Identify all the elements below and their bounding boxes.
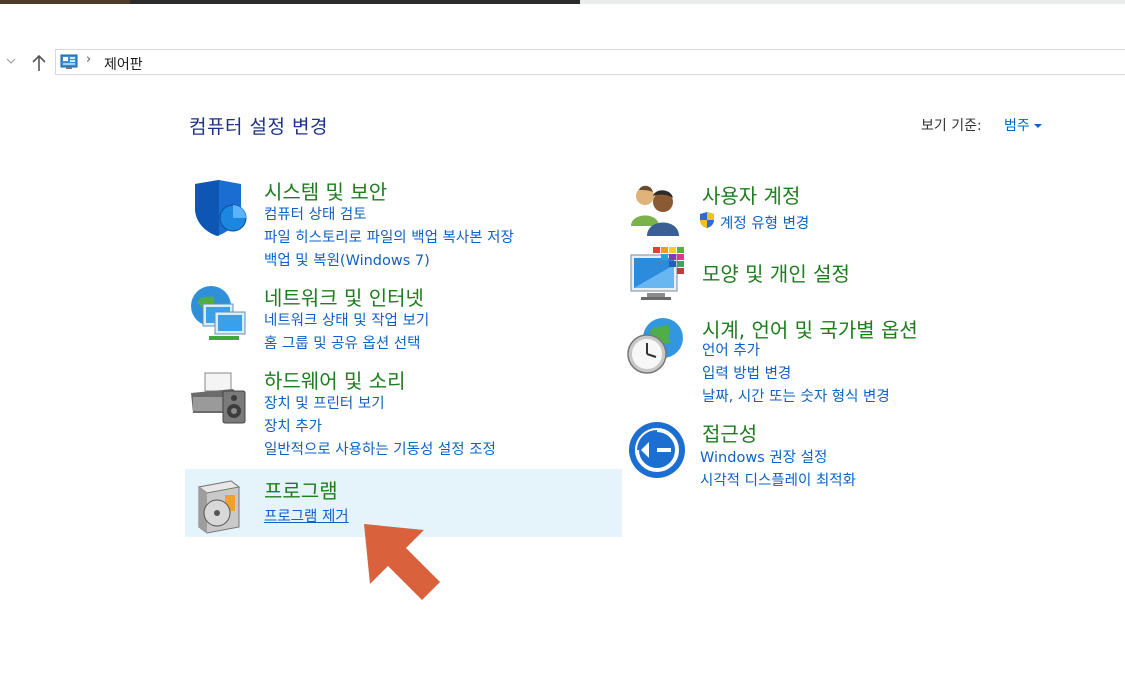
- add-device-link[interactable]: 장치 추가: [264, 415, 322, 436]
- view-by-label: 보기 기준:: [921, 118, 982, 134]
- file-history-link[interactable]: 파일 히스토리로 파일의 백업 복사본 저장: [264, 226, 514, 247]
- uac-shield-icon: [699, 211, 715, 233]
- network-globe-icon[interactable]: [189, 284, 249, 344]
- change-date-time-format-link[interactable]: 날짜, 시간 또는 숫자 형식 변경: [702, 385, 890, 406]
- ease-of-access-title[interactable]: 접근성: [702, 418, 757, 447]
- devices-printers-link[interactable]: 장치 및 프린터 보기: [264, 392, 385, 413]
- programs-title[interactable]: 프로그램: [264, 475, 338, 504]
- network-status-link[interactable]: 네트워크 상태 및 작업 보기: [264, 309, 429, 330]
- programs-box-icon[interactable]: [189, 477, 249, 537]
- users-icon[interactable]: [627, 182, 687, 242]
- view-by-dropdown[interactable]: 범주: [1004, 115, 1042, 135]
- windows-recommended-settings-link[interactable]: Windows 권장 설정: [700, 446, 827, 467]
- user-accounts-title[interactable]: 사용자 계정: [702, 180, 800, 209]
- clock-globe-icon[interactable]: [627, 316, 687, 376]
- view-by-value: 범주: [1004, 118, 1030, 134]
- recent-locations-chevron-icon[interactable]: [6, 57, 20, 69]
- add-language-link[interactable]: 언어 추가: [702, 339, 760, 360]
- change-account-type-link[interactable]: 계정 유형 변경: [720, 212, 809, 233]
- up-arrow-icon[interactable]: [30, 53, 48, 73]
- shield-icon[interactable]: [189, 178, 249, 238]
- breadcrumb-separator-icon[interactable]: ›: [86, 52, 91, 67]
- uninstall-program-link[interactable]: 프로그램 제거: [264, 505, 349, 526]
- change-input-methods-link[interactable]: 입력 방법 변경: [702, 362, 791, 383]
- homegroup-sharing-link[interactable]: 홈 그룹 및 공유 옵션 선택: [264, 332, 420, 353]
- dropdown-caret-icon: [1033, 124, 1042, 128]
- hardware-sound-title[interactable]: 하드웨어 및 소리: [264, 365, 406, 394]
- ease-of-access-icon[interactable]: [627, 420, 687, 480]
- breadcrumb-control-panel[interactable]: 제어판: [104, 54, 143, 74]
- review-computer-status-link[interactable]: 컴퓨터 상태 검토: [264, 203, 367, 224]
- mobility-settings-link[interactable]: 일반적으로 사용하는 기동성 설정 조정: [264, 438, 496, 459]
- control-panel-icon: [60, 54, 78, 70]
- appearance-monitor-icon[interactable]: [627, 245, 687, 305]
- system-security-title[interactable]: 시스템 및 보안: [264, 176, 387, 205]
- network-internet-title[interactable]: 네트워크 및 인터넷: [264, 282, 424, 311]
- optimize-visual-display-link[interactable]: 시각적 디스플레이 최적화: [700, 469, 856, 490]
- window-top-strip: [0, 0, 1125, 4]
- appearance-title[interactable]: 모양 및 개인 설정: [702, 258, 850, 287]
- page-title: 컴퓨터 설정 변경: [189, 116, 328, 138]
- backup-restore-link[interactable]: 백업 및 복원(Windows 7): [264, 249, 430, 270]
- address-bar[interactable]: › 제어판: [55, 49, 1125, 75]
- printer-speaker-icon[interactable]: [189, 367, 249, 427]
- annotation-arrow-icon: [360, 520, 450, 610]
